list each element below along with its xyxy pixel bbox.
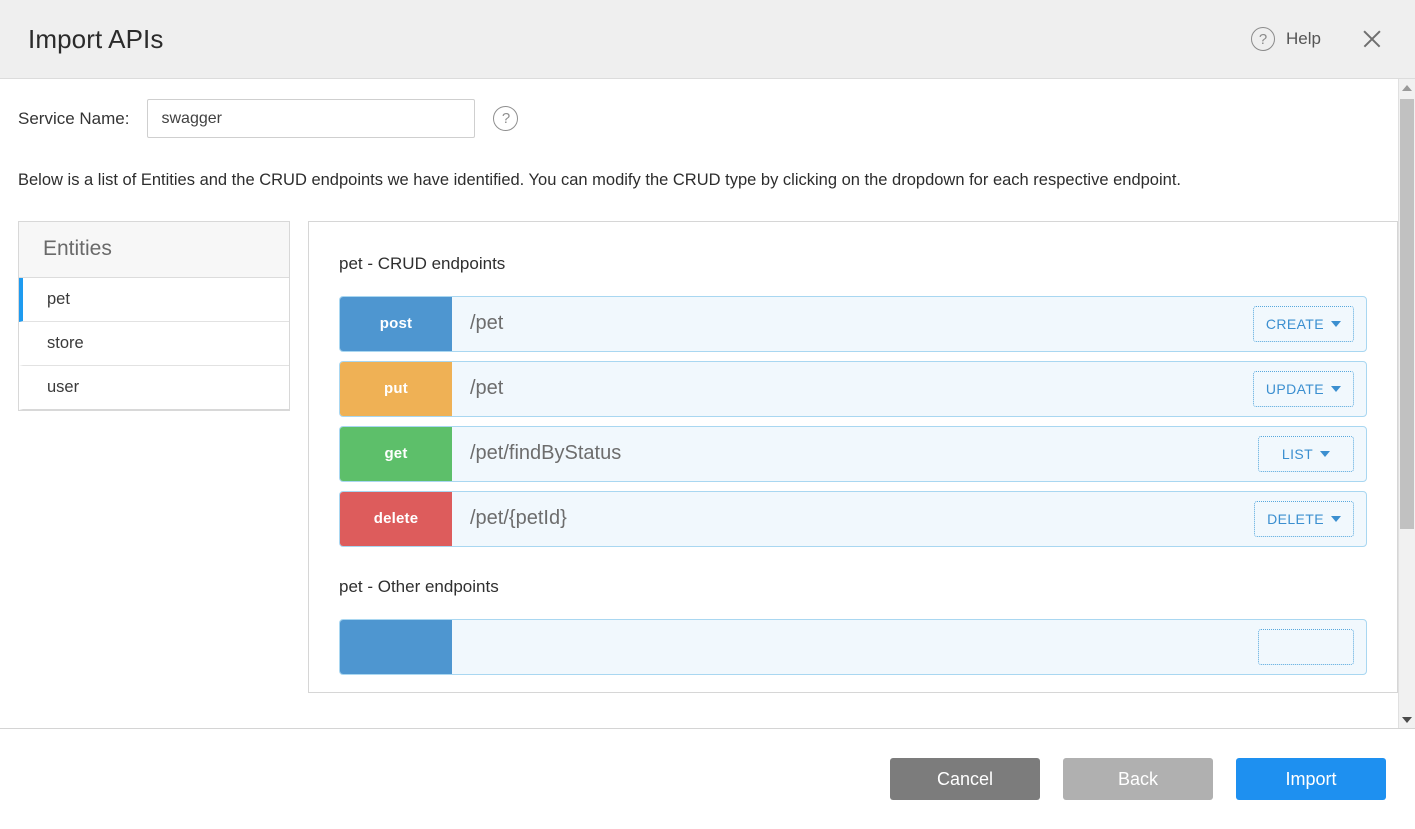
chevron-down-icon: [1331, 516, 1341, 522]
scrollbar-track[interactable]: [1399, 96, 1415, 711]
crud-type-dropdown-update[interactable]: UPDATE: [1253, 371, 1354, 407]
dialog-body-content: Service Name: ? Below is a list of Entit…: [0, 79, 1398, 728]
endpoint-action: DELETE: [1254, 492, 1366, 546]
endpoint-action: LIST: [1258, 427, 1366, 481]
crud-type-label: LIST: [1282, 446, 1313, 462]
crud-type-label: CREATE: [1266, 316, 1324, 332]
method-badge-post: post: [340, 297, 452, 351]
endpoint-group-title: pet - CRUD endpoints: [339, 254, 1367, 274]
close-icon[interactable]: [1355, 22, 1389, 56]
help-button-label: Help: [1286, 29, 1321, 49]
import-apis-dialog: Import APIs ? Help Service Name: ? Below…: [0, 0, 1415, 829]
endpoint-path: /pet: [452, 362, 1253, 416]
endpoint-action: [1258, 620, 1366, 674]
endpoints-panel: pet - CRUD endpoints post /pet CREATE: [308, 221, 1398, 693]
endpoint-path: /pet/findByStatus: [452, 427, 1258, 481]
service-name-row: Service Name: ?: [18, 99, 1398, 138]
help-button[interactable]: ? Help: [1251, 27, 1321, 51]
scrollbar-thumb[interactable]: [1400, 99, 1414, 529]
endpoint-path: /pet/{petId}: [452, 492, 1254, 546]
chevron-down-icon: [1331, 321, 1341, 327]
sidebar-item-pet[interactable]: pet: [19, 278, 289, 322]
crud-type-dropdown-create[interactable]: CREATE: [1253, 306, 1354, 342]
crud-type-dropdown[interactable]: [1258, 629, 1354, 665]
scrollbar-down-button[interactable]: [1399, 711, 1415, 728]
method-badge-get: get: [340, 427, 452, 481]
entities-header: Entities: [19, 222, 289, 278]
cancel-button[interactable]: Cancel: [890, 758, 1040, 800]
question-circle-icon: ?: [1251, 27, 1275, 51]
endpoint-row[interactable]: get /pet/findByStatus LIST: [339, 426, 1367, 482]
endpoint-row[interactable]: [339, 619, 1367, 675]
method-badge-delete: delete: [340, 492, 452, 546]
endpoint-path: /pet: [452, 297, 1253, 351]
titlebar-actions: ? Help: [1251, 22, 1389, 56]
dialog-titlebar: Import APIs ? Help: [0, 0, 1415, 79]
endpoint-action: CREATE: [1253, 297, 1366, 351]
crud-type-label: UPDATE: [1266, 381, 1324, 397]
endpoint-group-title: pet - Other endpoints: [339, 577, 1367, 597]
endpoint-path: [452, 620, 1258, 674]
back-button[interactable]: Back: [1063, 758, 1213, 800]
dialog-footer: Cancel Back Import: [0, 729, 1415, 829]
method-badge-put: put: [340, 362, 452, 416]
crud-type-label: DELETE: [1267, 511, 1324, 527]
service-name-help-icon[interactable]: ?: [493, 106, 518, 131]
endpoint-row[interactable]: put /pet UPDATE: [339, 361, 1367, 417]
vertical-scrollbar[interactable]: [1398, 79, 1415, 728]
entity-label: store: [47, 334, 84, 353]
chevron-up-icon: [1402, 85, 1412, 91]
dialog-body: Service Name: ? Below is a list of Entit…: [0, 79, 1415, 729]
entities-endpoints-panes: Entities pet store user pet - CRUD endpo…: [18, 221, 1398, 693]
dialog-title: Import APIs: [28, 24, 163, 55]
entity-label: pet: [47, 290, 70, 309]
crud-type-dropdown-delete[interactable]: DELETE: [1254, 501, 1354, 537]
chevron-down-icon: [1402, 717, 1412, 723]
service-name-input[interactable]: [147, 99, 475, 138]
endpoint-list-crud: post /pet CREATE put /pet: [339, 296, 1367, 547]
scrollbar-up-button[interactable]: [1399, 79, 1415, 96]
entity-label: user: [47, 378, 79, 397]
endpoint-action: UPDATE: [1253, 362, 1366, 416]
import-button[interactable]: Import: [1236, 758, 1386, 800]
endpoint-row[interactable]: post /pet CREATE: [339, 296, 1367, 352]
chevron-down-icon: [1320, 451, 1330, 457]
service-name-label: Service Name:: [18, 109, 129, 129]
entities-panel: Entities pet store user: [18, 221, 290, 411]
endpoint-list-other: [339, 619, 1367, 675]
sidebar-item-store[interactable]: store: [19, 322, 289, 366]
method-badge-post: [340, 620, 452, 674]
endpoint-row[interactable]: delete /pet/{petId} DELETE: [339, 491, 1367, 547]
description-text: Below is a list of Entities and the CRUD…: [18, 168, 1303, 193]
chevron-down-icon: [1331, 386, 1341, 392]
sidebar-item-user[interactable]: user: [19, 366, 289, 410]
crud-type-dropdown-list[interactable]: LIST: [1258, 436, 1354, 472]
